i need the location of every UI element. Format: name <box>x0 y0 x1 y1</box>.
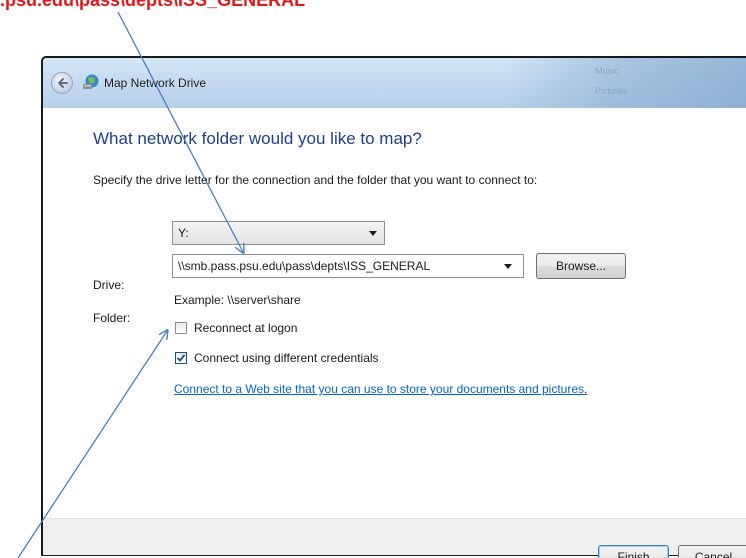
drive-select-value: Y: <box>178 226 189 240</box>
window-title: Map Network Drive <box>104 76 207 90</box>
titlebar-background-glow <box>503 58 746 108</box>
back-button[interactable] <box>51 72 73 94</box>
finish-button[interactable]: Finish <box>598 545 669 558</box>
folder-input[interactable]: \\smb.pass.psu.edu\pass\depts\ISS_GENERA… <box>172 254 524 278</box>
web-site-link-row: Connect to a Web site that you can use t… <box>174 382 587 396</box>
title-bar: Music Pictures Map Network Drive <box>43 58 746 108</box>
page-heading: What network folder would you like to ma… <box>93 129 422 148</box>
credentials-checkbox[interactable] <box>175 352 187 364</box>
drive-select[interactable]: Y: <box>172 221 385 245</box>
reconnect-checkbox[interactable] <box>175 322 187 334</box>
link-period: . <box>584 382 588 396</box>
instruction-text: Specify the drive letter for the connect… <box>93 173 538 187</box>
reconnect-label[interactable]: Reconnect at logon <box>194 321 297 335</box>
chevron-down-icon <box>369 231 377 236</box>
checkmark-icon <box>176 354 186 362</box>
folder-input-value: \\smb.pass.psu.edu\pass\depts\ISS_GENERA… <box>178 259 431 273</box>
back-arrow-icon <box>58 78 68 88</box>
network-drive-icon <box>83 74 99 89</box>
credentials-label[interactable]: Connect using different credentials <box>194 351 379 365</box>
folder-label: Folder: <box>93 311 131 325</box>
map-network-drive-window: Music Pictures Map Network Drive What ne… <box>41 56 746 558</box>
example-text: Example: \\server\share <box>174 293 301 307</box>
wizard-content: What network folder would you like to ma… <box>43 108 746 518</box>
browse-button[interactable]: Browse... <box>536 253 626 279</box>
background-item-music: Music <box>595 66 619 76</box>
cancel-button[interactable]: Cancel <box>678 545 746 558</box>
web-site-link[interactable]: Connect to a Web site that you can use t… <box>174 382 584 396</box>
chevron-down-icon[interactable] <box>504 264 512 269</box>
background-item-pictures: Pictures <box>595 86 628 96</box>
screenshot-stage: .psu.edu\pass\depts\ISS_GENERAL Music Pi… <box>0 0 746 558</box>
annotation-folder-path: .psu.edu\pass\depts\ISS_GENERAL <box>0 0 306 10</box>
drive-label: Drive: <box>93 278 125 292</box>
